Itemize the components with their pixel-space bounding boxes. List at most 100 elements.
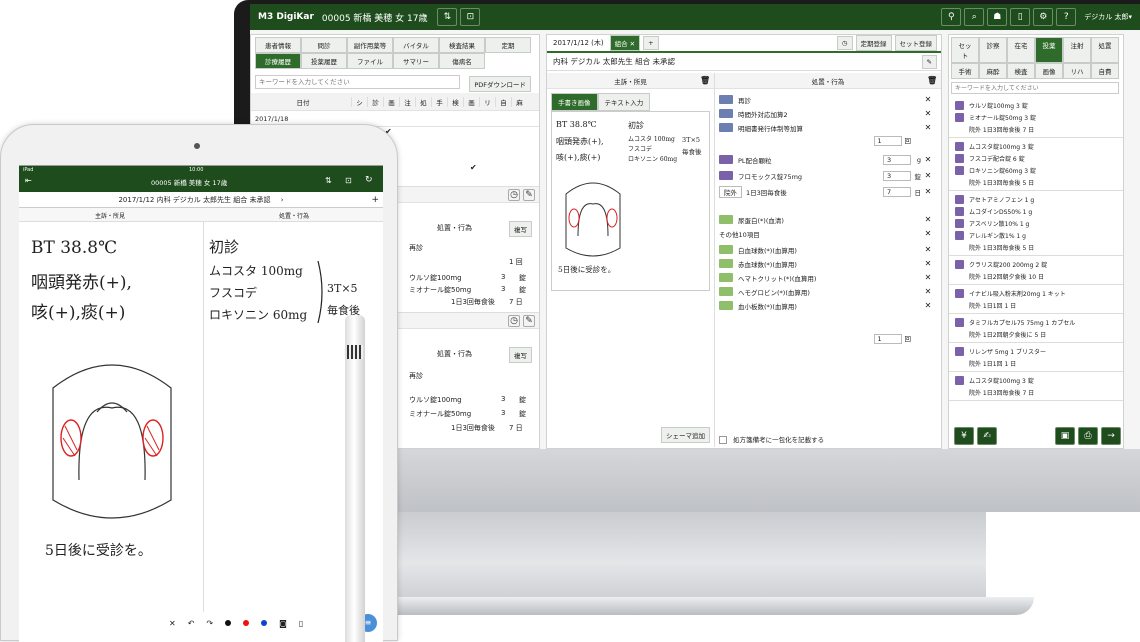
order-type-badge[interactable] [719, 287, 733, 296]
column-header[interactable]: 診 [367, 96, 383, 107]
undo-icon[interactable]: ↶ [188, 619, 195, 628]
team-icon[interactable]: ☗ [987, 8, 1008, 26]
order-set-group[interactable]: クラリス錠200 200mg 2 錠院外 1日2回朝夕食後 10 日 [949, 256, 1123, 285]
help-icon[interactable]: ? [1056, 8, 1077, 26]
edit-icon[interactable]: ✎ [523, 188, 535, 201]
remove-icon[interactable]: ✕ [923, 109, 933, 119]
order-type-badge[interactable] [719, 259, 733, 268]
order-row[interactable]: フロモックス錠75mg 3 錠 ✕ [719, 169, 937, 182]
order-row[interactable]: 院外 1日3回毎食後 7 日 ✕ [719, 185, 937, 198]
quantity-field[interactable]: 1 [873, 136, 902, 146]
remove-icon[interactable]: ✕ [923, 229, 933, 239]
next-arrow-icon[interactable]: → [1101, 427, 1121, 445]
tab-set[interactable]: セット [951, 37, 979, 63]
tab-regular[interactable]: 定期 [485, 37, 531, 53]
column-header[interactable]: 処 [415, 96, 431, 107]
order-set-group[interactable]: タミフルカプセル75 75mg 1 カプセル 院外 1日2回朝夕食後に 5 日 [949, 314, 1123, 343]
column-header[interactable]: 画 [463, 96, 479, 107]
set-register-button[interactable]: セット登録 [894, 35, 937, 51]
tab-vital[interactable]: バイタル [393, 37, 439, 53]
tab-medication[interactable]: 投薬 [1035, 37, 1063, 63]
remove-icon[interactable]: ✕ [923, 171, 933, 181]
order-type-badge[interactable] [719, 273, 733, 282]
link-icon[interactable]: ⚲ [941, 8, 962, 26]
patient-swap-icon[interactable]: ⇅ [437, 8, 458, 26]
tab-diagnosis[interactable]: 傷病名 [439, 53, 485, 69]
copy-button[interactable]: 複写 [509, 347, 532, 363]
tab-home[interactable]: 在宅 [1007, 37, 1035, 63]
remove-icon[interactable]: ✕ [923, 123, 933, 133]
order-row[interactable]: 尿蛋白(*)(血清) ✕ [719, 213, 937, 226]
tab-self-pay[interactable]: 自費 [1091, 63, 1119, 79]
tab-imaging[interactable]: 画像 [1035, 63, 1063, 79]
column-header[interactable]: 画 [383, 96, 399, 107]
remove-icon[interactable]: ✕ [923, 301, 933, 311]
order-type-badge[interactable] [719, 301, 733, 310]
order-row[interactable]: 赤血球数(*)(血算用) ✕ [719, 257, 937, 270]
trash-icon[interactable]: 🗑 [700, 76, 710, 86]
remove-icon[interactable]: ✕ [923, 95, 933, 105]
tab-combination[interactable]: 組合 ✕ [609, 35, 641, 51]
clock-icon[interactable]: ◷ [508, 314, 520, 327]
route-select[interactable]: 院外 [719, 185, 742, 198]
remove-icon[interactable]: ✕ [923, 287, 933, 297]
column-header[interactable]: 手 [431, 96, 447, 107]
print-icon[interactable]: ⎙ [1078, 427, 1098, 445]
tab-files[interactable]: ファイル [347, 53, 393, 69]
user-menu[interactable]: デジカル 太郎▾ [1084, 12, 1132, 22]
note-checkbox[interactable] [719, 436, 727, 444]
clear-icon[interactable]: ✕ [169, 619, 176, 628]
order-type-badge[interactable] [719, 215, 733, 224]
red-pen-icon[interactable] [243, 620, 250, 626]
tab-surgery[interactable]: 手術 [951, 63, 979, 79]
eraser-icon[interactable]: ▯ [299, 619, 303, 628]
ipad-handwriting-canvas[interactable]: BT 38.8℃ 咽頭発赤(+), 咳(+),痰(+) 5日後に受診を。 初診 … [19, 222, 383, 602]
copy-button[interactable]: 複写 [509, 221, 532, 237]
tab-medication-history[interactable]: 投薬履歴 [301, 53, 347, 69]
clock-icon[interactable]: ◷ [836, 36, 853, 50]
order-type-badge[interactable] [719, 123, 733, 132]
order-type-badge[interactable] [719, 95, 733, 104]
order-set-group[interactable]: ムコスタ錠100mg 3 錠フスコデ配合錠 6 錠ロキソニン錠60mg 3 錠院… [949, 138, 1123, 191]
order-row[interactable]: 白血球数(*)(血算用) ✕ [719, 243, 937, 256]
quantity-field[interactable]: 1 [873, 334, 902, 344]
order-row[interactable]: PL配合顆粒 3 g ✕ [719, 153, 937, 166]
tab-treatment-history[interactable]: 診療履歴 [255, 53, 301, 69]
history-search-input[interactable] [255, 75, 460, 89]
close-icon[interactable]: ✕ [630, 40, 635, 48]
remove-icon[interactable]: ✕ [923, 259, 933, 269]
tab-interview[interactable]: 問診 [301, 37, 347, 53]
lock-icon[interactable]: ⊡ [460, 8, 481, 26]
remove-icon[interactable]: ✕ [923, 273, 933, 283]
quantity-field[interactable]: 3 [883, 170, 911, 181]
order-row[interactable]: ヘマトクリット(*)(血算用) ✕ [719, 271, 937, 284]
tab-rehab[interactable]: リハ [1063, 63, 1091, 79]
refresh-icon[interactable]: ↻ [365, 175, 373, 185]
tab-test[interactable]: 検査 [1007, 63, 1035, 79]
tab-summary[interactable]: サマリー [393, 53, 439, 69]
order-row[interactable]: ヘモグロビン(*)(血算用) ✕ [719, 285, 937, 298]
order-row[interactable]: 明細書発行体制等加算 ✕ [719, 121, 937, 134]
bookmark-icon[interactable]: ▯ [1010, 8, 1031, 26]
black-pen-icon[interactable] [225, 620, 232, 626]
order-type-badge[interactable] [719, 171, 733, 180]
remove-icon[interactable]: ✕ [923, 215, 933, 225]
order-set-group[interactable]: イナビル吸入粉末剤20mg 1 キット 院外 1日1回 1 日 [949, 285, 1123, 314]
edit-icon[interactable]: ✎ [523, 314, 535, 327]
tab-anesthesia[interactable]: 麻酔 [979, 63, 1007, 79]
yen-icon[interactable]: ¥ [954, 427, 974, 445]
chevron-right-icon[interactable]: › [281, 196, 284, 204]
order-row[interactable]: 血小板数(*)(血算用) ✕ [719, 299, 937, 312]
pdf-download-button[interactable]: PDFダウンロード [469, 76, 531, 92]
quantity-field[interactable]: 7 [883, 186, 911, 197]
back-icon[interactable]: ⇤ [25, 176, 32, 185]
column-header[interactable]: シ [351, 96, 367, 107]
blue-pen-icon[interactable] [261, 620, 268, 626]
camera-icon[interactable]: ◙ [279, 619, 287, 628]
remove-icon[interactable]: ✕ [923, 187, 933, 197]
tab-lab-results[interactable]: 検査結果 [439, 37, 485, 53]
settings-icon[interactable]: ⚙ [1033, 8, 1054, 26]
order-type-badge[interactable] [719, 245, 733, 254]
add-tab-button[interactable]: + [643, 36, 659, 50]
column-header[interactable]: リ [479, 96, 495, 107]
